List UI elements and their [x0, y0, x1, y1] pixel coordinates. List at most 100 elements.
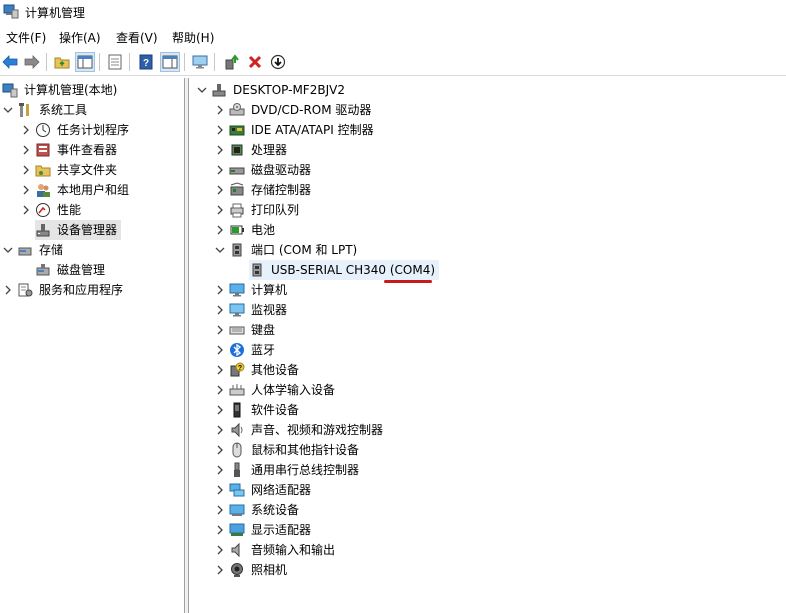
- device-category[interactable]: 磁盘驱动器: [215, 160, 313, 180]
- device-manager-icon: [35, 222, 51, 238]
- device-category[interactable]: 监视器: [215, 300, 289, 320]
- tree-item-shared-folders[interactable]: 共享文件夹: [21, 160, 119, 180]
- chevron-right-icon[interactable]: [215, 145, 225, 155]
- device-category[interactable]: 软件设备: [215, 400, 301, 420]
- network-icon: [229, 482, 245, 498]
- device-category[interactable]: 处理器: [215, 140, 289, 160]
- device-category[interactable]: 显示适配器: [215, 520, 313, 540]
- chevron-right-icon[interactable]: [215, 125, 225, 135]
- chevron-right-icon[interactable]: [21, 165, 31, 175]
- forward-arrow-icon: [24, 55, 40, 69]
- tree-item-device-manager[interactable]: 设备管理器: [35, 220, 122, 240]
- device-category[interactable]: 系统设备: [215, 500, 301, 520]
- chevron-right-icon[interactable]: [215, 305, 225, 315]
- chevron-down-icon[interactable]: [3, 245, 13, 255]
- shared-folder-icon: [35, 162, 51, 178]
- tree-item-disk-management[interactable]: 磁盘管理: [35, 260, 107, 280]
- device-category[interactable]: IDE ATA/ATAPI 控制器: [215, 120, 376, 140]
- up-level-button[interactable]: [52, 52, 72, 72]
- device-category[interactable]: 网络适配器: [215, 480, 313, 500]
- chevron-right-icon[interactable]: [215, 405, 225, 415]
- device-category[interactable]: 通用串行总线控制器: [215, 460, 361, 480]
- battery-icon: [229, 222, 245, 238]
- chevron-right-icon[interactable]: [215, 485, 225, 495]
- menu-bar: 文件(F) 操作(A) 查看(V) 帮助(H): [0, 26, 786, 48]
- device-item-usb-serial[interactable]: USB-SERIAL CH340 (COM4): [249, 260, 440, 280]
- device-category-label: 端口 (COM 和 LPT): [251, 243, 358, 257]
- device-category[interactable]: 照相机: [215, 560, 289, 580]
- menu-help[interactable]: 帮助(H): [170, 29, 216, 46]
- chevron-right-icon[interactable]: [215, 525, 225, 535]
- device-category[interactable]: 端口 (COM 和 LPT): [215, 240, 359, 260]
- chevron-right-icon[interactable]: [215, 445, 225, 455]
- chevron-right-icon[interactable]: [215, 325, 225, 335]
- disable-device-button[interactable]: [268, 52, 288, 72]
- chevron-down-icon[interactable]: [3, 105, 13, 115]
- device-category[interactable]: 人体学输入设备: [215, 380, 337, 400]
- device-category[interactable]: 打印队列: [215, 200, 301, 220]
- chevron-right-icon[interactable]: [215, 565, 225, 575]
- tree-item-root[interactable]: 计算机管理(本地): [2, 80, 119, 100]
- device-category[interactable]: DVD/CD-ROM 驱动器: [215, 100, 373, 120]
- tree-item-storage[interactable]: 存储: [3, 240, 65, 260]
- chevron-right-icon[interactable]: [21, 125, 31, 135]
- device-category[interactable]: 音频输入和输出: [215, 540, 337, 560]
- chevron-right-icon[interactable]: [215, 425, 225, 435]
- chevron-right-icon[interactable]: [215, 465, 225, 475]
- device-category[interactable]: ? 其他设备: [215, 360, 301, 380]
- device-category-label: 计算机: [251, 283, 288, 297]
- chevron-right-icon[interactable]: [21, 205, 31, 215]
- chevron-right-icon[interactable]: [3, 285, 13, 295]
- back-arrow-icon: [2, 55, 18, 69]
- chevron-right-icon[interactable]: [215, 545, 225, 555]
- port-icon: [229, 242, 245, 258]
- device-category[interactable]: 声音、视频和游戏控制器: [215, 420, 385, 440]
- chevron-right-icon[interactable]: [215, 165, 225, 175]
- device-category[interactable]: 蓝牙: [215, 340, 277, 360]
- chevron-right-icon[interactable]: [215, 205, 225, 215]
- chevron-right-icon[interactable]: [215, 365, 225, 375]
- chevron-right-icon[interactable]: [215, 285, 225, 295]
- chevron-right-icon[interactable]: [215, 385, 225, 395]
- back-button[interactable]: [0, 52, 20, 72]
- chevron-right-icon[interactable]: [21, 145, 31, 155]
- device-category-label: 存储控制器: [251, 183, 312, 197]
- show-console-tree-button[interactable]: [75, 52, 95, 72]
- device-category[interactable]: 鼠标和其他指针设备: [215, 440, 361, 460]
- scan-hardware-button[interactable]: [190, 52, 210, 72]
- chevron-right-icon[interactable]: [215, 505, 225, 515]
- menu-file[interactable]: 文件(F): [4, 29, 48, 46]
- audio-io-icon: [229, 542, 245, 558]
- device-category[interactable]: 键盘: [215, 320, 277, 340]
- tree-item-event-viewer[interactable]: 事件查看器: [21, 140, 119, 160]
- device-category[interactable]: 电池: [215, 220, 277, 240]
- uninstall-device-button[interactable]: [245, 52, 265, 72]
- chevron-down-icon[interactable]: [215, 245, 225, 255]
- tree-item-local-users[interactable]: 本地用户和组: [21, 180, 131, 200]
- show-action-pane-button[interactable]: [160, 52, 180, 72]
- chevron-right-icon[interactable]: [215, 345, 225, 355]
- chevron-down-icon[interactable]: [197, 85, 207, 95]
- tree-item-performance[interactable]: 性能: [21, 200, 83, 220]
- tree-item-services[interactable]: 服务和应用程序: [3, 280, 125, 300]
- chevron-right-icon[interactable]: [215, 105, 225, 115]
- forward-button[interactable]: [22, 52, 42, 72]
- device-category[interactable]: 计算机: [215, 280, 289, 300]
- properties-button[interactable]: [105, 52, 125, 72]
- device-category-label: 通用串行总线控制器: [251, 463, 360, 477]
- menu-view[interactable]: 查看(V): [114, 29, 160, 46]
- help-button[interactable]: ?: [136, 52, 156, 72]
- tree-item-system-tools[interactable]: 系统工具: [3, 100, 89, 120]
- usb-icon: [229, 462, 245, 478]
- tree-item-task-scheduler[interactable]: 任务计划程序: [21, 120, 131, 140]
- keyboard-icon: [229, 322, 245, 338]
- chevron-right-icon[interactable]: [215, 185, 225, 195]
- chevron-right-icon[interactable]: [215, 225, 225, 235]
- device-category[interactable]: 存储控制器: [215, 180, 313, 200]
- device-tree-root[interactable]: DESKTOP-MF2BJV2: [197, 80, 347, 100]
- menu-action[interactable]: 操作(A): [57, 29, 103, 46]
- device-tree: DESKTOP-MF2BJV2 DVD/CD-ROM 驱动器 IDE ATA/AT…: [189, 78, 786, 613]
- device-category-label: 鼠标和其他指针设备: [251, 443, 360, 457]
- update-driver-button[interactable]: [222, 52, 242, 72]
- chevron-right-icon[interactable]: [21, 185, 31, 195]
